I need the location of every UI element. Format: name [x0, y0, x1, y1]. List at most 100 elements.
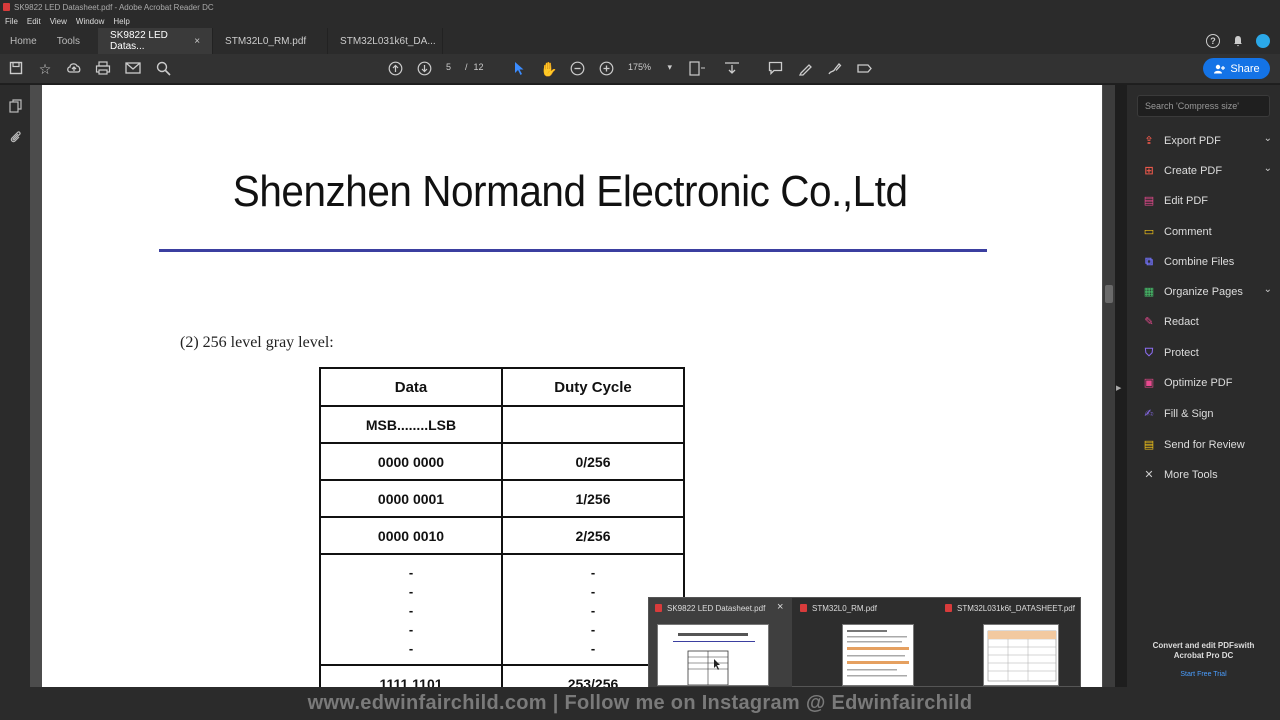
close-icon[interactable]: ×	[777, 601, 783, 613]
chevron-down-icon[interactable]: ⌄	[1264, 163, 1272, 174]
tool-protect[interactable]: ⛉ Protect	[1142, 344, 1272, 362]
menu-bar: File Edit View Window Help	[0, 14, 1280, 28]
scroll-mode-icon[interactable]	[724, 61, 740, 77]
print-icon[interactable]	[95, 61, 111, 77]
tool-optimize-pdf[interactable]: ▣ Optimize PDF	[1142, 374, 1272, 392]
menu-view[interactable]: View	[50, 17, 67, 26]
table-cell: 0000 0010	[319, 516, 503, 555]
table-cell: 0000 0000	[319, 442, 503, 481]
shield-icon: ⛉	[1144, 347, 1154, 359]
zoom-dropdown[interactable]: 175% ▾	[628, 62, 672, 73]
menu-file[interactable]: File	[5, 17, 18, 26]
window-title: SK9822 LED Datasheet.pdf - Adobe Acrobat…	[14, 2, 214, 12]
close-tab-icon[interactable]: ×	[194, 36, 200, 47]
menu-help[interactable]: Help	[113, 17, 129, 26]
search-icon[interactable]	[155, 61, 171, 77]
highlight-pen-icon[interactable]	[797, 61, 813, 77]
thumbnail-preview	[983, 624, 1059, 686]
more-tools-icon: ✕	[1144, 469, 1154, 481]
next-page-icon[interactable]	[416, 61, 432, 77]
main-toolbar: ☆ 5 / 12 ✋ 175% ▾	[0, 54, 1280, 84]
redact-icon: ✎	[1144, 316, 1154, 328]
video-watermark-footer: www.edwinfairchild.com | Follow me on In…	[0, 687, 1280, 720]
share-button[interactable]: Share	[1203, 58, 1270, 79]
title-divider	[159, 249, 987, 252]
free-trial-link[interactable]: Start Free Trial	[1127, 671, 1280, 678]
tool-label: Comment	[1164, 226, 1212, 238]
page-fit-icon[interactable]	[688, 61, 705, 77]
mail-icon[interactable]	[125, 61, 141, 77]
hand-icon[interactable]: ✋	[540, 61, 557, 77]
person-add-icon	[1214, 64, 1226, 73]
table-cell: 2/256	[501, 516, 685, 555]
tool-send-for-review[interactable]: ▤ Send for Review	[1142, 436, 1272, 454]
help-icon[interactable]: ?	[1206, 34, 1220, 48]
upload-icon[interactable]	[66, 61, 82, 77]
prev-page-icon[interactable]	[387, 61, 403, 77]
attachment-icon[interactable]	[8, 130, 22, 144]
avatar[interactable]	[1256, 34, 1270, 48]
pages-thumbnail-icon[interactable]	[8, 99, 22, 113]
thumbnail-header: STM32L031k6t_DATASHEET.pdf	[945, 602, 1075, 614]
doc-tab-stm32l0-rm[interactable]: STM32L0_RM.pdf	[213, 28, 329, 54]
draw-icon[interactable]	[826, 61, 842, 77]
fill-sign-icon[interactable]	[856, 61, 872, 77]
chevron-down-icon[interactable]: ⌄	[1264, 133, 1272, 144]
vertical-scrollbar[interactable]	[1103, 85, 1115, 687]
tool-create-pdf[interactable]: ⊞ Create PDF ⌄	[1142, 162, 1272, 180]
export-pdf-icon: ⇪	[1144, 135, 1154, 147]
thumbnail-label: SK9822 LED Datasheet.pdf	[667, 603, 766, 613]
thumbnail-sk9822[interactable]: SK9822 LED Datasheet.pdf ×	[649, 598, 792, 688]
tools-search-input[interactable]: Search 'Compress size'	[1137, 95, 1270, 117]
window-title-bar: SK9822 LED Datasheet.pdf - Adobe Acrobat…	[0, 0, 1280, 14]
tab-bar: Home Tools SK9822 LED Datas... × STM32L0…	[0, 28, 1280, 54]
doc-tab-label: STM32L0_RM.pdf	[225, 35, 307, 47]
menu-edit[interactable]: Edit	[27, 17, 41, 26]
page-current[interactable]: 5	[446, 62, 451, 72]
tab-tools[interactable]: Tools	[47, 28, 98, 54]
tool-export-pdf[interactable]: ⇪ Export PDF ⌄	[1142, 132, 1272, 150]
tool-organize-pages[interactable]: ▦ Organize Pages ⌄	[1142, 283, 1272, 301]
document-title: Shenzhen Normand Electronic Co.,Ltd	[232, 167, 908, 216]
tool-fill-sign[interactable]: ✍ Fill & Sign	[1142, 405, 1272, 423]
thumbnail-preview	[842, 624, 914, 686]
upgrade-promo: Convert and edit PDFswith Acrobat Pro DC	[1127, 641, 1280, 661]
comment-icon[interactable]	[767, 61, 783, 77]
tool-combine-files[interactable]: ⧉ Combine Files	[1142, 253, 1272, 271]
save-icon[interactable]	[8, 61, 24, 77]
thumbnail-stm32l031[interactable]: STM32L031k6t_DATASHEET.pdf	[939, 598, 1082, 688]
tool-label: Export PDF	[1164, 135, 1221, 147]
share-label: Share	[1230, 62, 1260, 75]
tool-redact[interactable]: ✎ Redact	[1142, 313, 1272, 331]
thumbnail-stm32l0-rm[interactable]: STM32L0_RM.pdf	[794, 598, 937, 688]
optimize-pdf-icon: ▣	[1143, 377, 1155, 389]
tool-more-tools[interactable]: ✕ More Tools	[1142, 466, 1272, 484]
doc-tab-stm32l031[interactable]: STM32L031k6t_DA...	[328, 28, 444, 54]
tool-edit-pdf[interactable]: ▤ Edit PDF	[1142, 192, 1272, 210]
select-cursor-icon[interactable]	[511, 61, 527, 77]
tool-label: Send for Review	[1164, 439, 1245, 451]
chevron-down-icon[interactable]: ⌄	[1264, 284, 1272, 295]
bell-icon[interactable]	[1232, 35, 1244, 47]
gray-level-table: Data Duty Cycle MSB........LSB 0000 0000…	[319, 367, 685, 687]
page-separator: /	[465, 62, 468, 72]
tab-home[interactable]: Home	[0, 28, 47, 54]
pdf-file-icon	[800, 604, 807, 612]
tool-comment[interactable]: ▭ Comment	[1142, 223, 1272, 241]
table-cell: 0000 0001	[319, 479, 503, 518]
scrollbar-thumb[interactable]	[1105, 285, 1113, 303]
tool-label: Optimize PDF	[1164, 377, 1233, 389]
zoom-out-icon[interactable]	[569, 61, 585, 77]
zoom-in-icon[interactable]	[598, 61, 614, 77]
chevron-down-icon: ▾	[667, 62, 672, 72]
thumbnail-header: SK9822 LED Datasheet.pdf	[655, 602, 765, 614]
tool-label: More Tools	[1164, 469, 1218, 481]
page-indicator[interactable]: 5 / 12	[446, 62, 484, 72]
tool-label: Edit PDF	[1164, 195, 1209, 207]
table-header: Duty Cycle	[501, 367, 685, 407]
menu-window[interactable]: Window	[76, 17, 104, 26]
collapse-right-pane-icon[interactable]: ▶	[1116, 384, 1121, 392]
star-icon[interactable]: ☆	[37, 61, 53, 77]
doc-tab-label: STM32L031k6t_DA...	[340, 35, 436, 47]
doc-tab-sk9822[interactable]: SK9822 LED Datas... ×	[98, 28, 214, 54]
